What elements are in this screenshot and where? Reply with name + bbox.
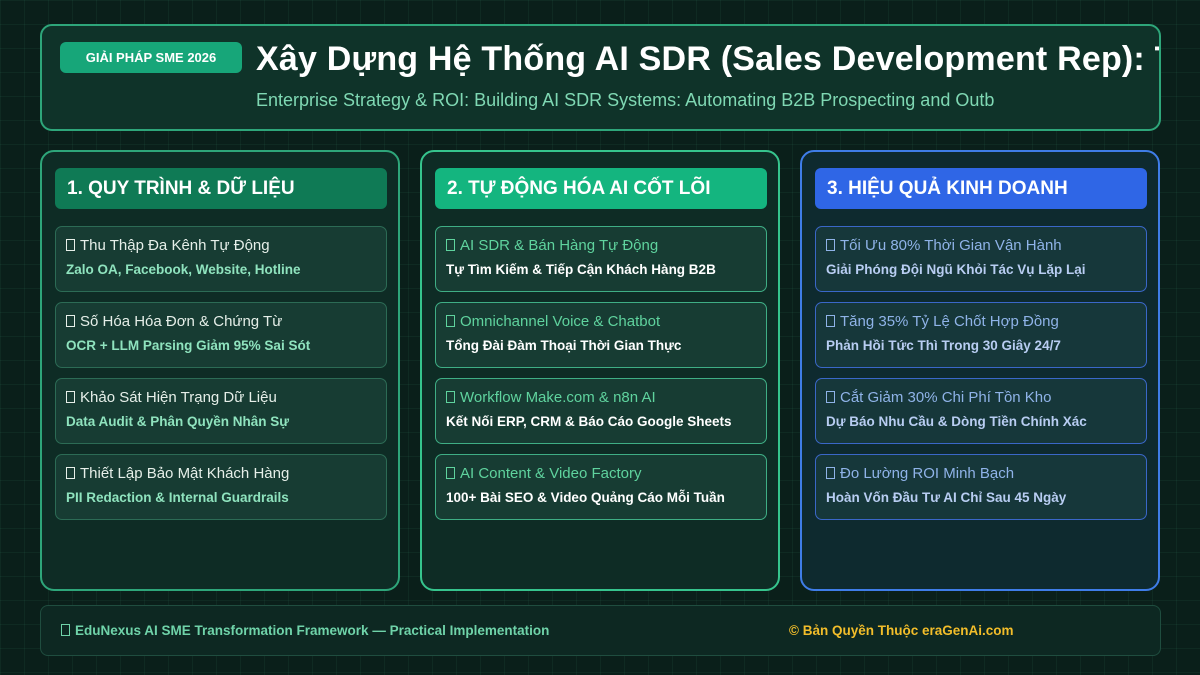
missing-glyph-icon — [826, 315, 835, 327]
feature-card: Cắt Giảm 30% Chi Phí Tồn Kho Dự Báo Nhu … — [815, 378, 1147, 444]
feature-card: Thu Thập Đa Kênh Tự Động Zalo OA, Facebo… — [55, 226, 387, 292]
card-title: Omnichannel Voice & Chatbot — [460, 313, 661, 330]
column-heading: 2. TỰ ĐỘNG HÓA AI CỐT LÕI — [435, 168, 767, 209]
card-title: Tăng 35% Tỷ Lệ Chốt Hợp Đồng — [840, 313, 1059, 330]
feature-card: Workflow Make.com & n8n AI Kết Nối ERP, … — [435, 378, 767, 444]
missing-glyph-icon — [446, 315, 455, 327]
missing-glyph-icon — [66, 467, 75, 479]
card-title: AI SDR & Bán Hàng Tự Động — [460, 237, 659, 254]
feature-card: AI Content & Video Factory 100+ Bài SEO … — [435, 454, 767, 520]
missing-glyph-icon — [61, 624, 70, 636]
missing-glyph-icon — [826, 467, 835, 479]
feature-card: Khảo Sát Hiện Trạng Dữ Liệu Data Audit &… — [55, 378, 387, 444]
card-title: Đo Lường ROI Minh Bạch — [840, 465, 1015, 482]
page-title: Xây Dựng Hệ Thống AI SDR (Sales Developm… — [256, 40, 1161, 78]
card-title: Thiết Lập Bảo Mật Khách Hàng — [80, 465, 290, 482]
card-description: OCR + LLM Parsing Giảm 95% Sai Sót — [66, 338, 311, 353]
card-description: Zalo OA, Facebook, Website, Hotline — [66, 262, 301, 277]
header-banner: GIẢI PHÁP SME 2026 Xây Dựng Hệ Thống AI … — [40, 24, 1161, 131]
missing-glyph-icon — [66, 391, 75, 403]
feature-card: Tăng 35% Tỷ Lệ Chốt Hợp Đồng Phản Hồi Tứ… — [815, 302, 1147, 368]
feature-card: Số Hóa Hóa Đơn & Chứng Từ OCR + LLM Pars… — [55, 302, 387, 368]
card-title: Cắt Giảm 30% Chi Phí Tồn Kho — [840, 389, 1052, 406]
footer-bar: EduNexus AI SME Transformation Framework… — [40, 605, 1161, 656]
card-description: 100+ Bài SEO & Video Quảng Cáo Mỗi Tuần — [446, 490, 725, 505]
card-title: Số Hóa Hóa Đơn & Chứng Từ — [80, 313, 283, 330]
feature-card: Thiết Lập Bảo Mật Khách Hàng PII Redacti… — [55, 454, 387, 520]
card-title: AI Content & Video Factory — [460, 465, 642, 482]
column-core-ai-automation: 2. TỰ ĐỘNG HÓA AI CỐT LÕI AI SDR & Bán H… — [420, 150, 780, 591]
missing-glyph-icon — [826, 391, 835, 403]
missing-glyph-icon — [446, 467, 455, 479]
missing-glyph-icon — [446, 239, 455, 251]
feature-card: Omnichannel Voice & Chatbot Tổng Đài Đàm… — [435, 302, 767, 368]
framework-label: EduNexus AI SME Transformation Framework… — [75, 623, 550, 638]
missing-glyph-icon — [66, 315, 75, 327]
column-process-data: 1. QUY TRÌNH & DỮ LIỆU Thu Thập Đa Kênh … — [40, 150, 400, 591]
copyright-notice: © Bản Quyền Thuộc eraGenAi.com — [789, 623, 1014, 638]
card-description: Dự Báo Nhu Cầu & Dòng Tiền Chính Xác — [826, 414, 1087, 429]
page-subtitle: Enterprise Strategy & ROI: Building AI S… — [256, 90, 995, 110]
card-description: Tổng Đài Đàm Thoại Thời Gian Thực — [446, 338, 682, 353]
card-description: Data Audit & Phân Quyền Nhân Sự — [66, 414, 290, 429]
feature-card: AI SDR & Bán Hàng Tự Động Tự Tìm Kiếm & … — [435, 226, 767, 292]
card-description: Phản Hồi Tức Thì Trong 30 Giây 24/7 — [826, 338, 1061, 353]
missing-glyph-icon — [66, 239, 75, 251]
card-description: Kết Nối ERP, CRM & Báo Cáo Google Sheets — [446, 414, 732, 429]
feature-card: Tối Ưu 80% Thời Gian Vận Hành Giải Phóng… — [815, 226, 1147, 292]
card-title: Tối Ưu 80% Thời Gian Vận Hành — [840, 237, 1062, 254]
card-title: Khảo Sát Hiện Trạng Dữ Liệu — [80, 389, 277, 406]
feature-card: Đo Lường ROI Minh Bạch Hoàn Vốn Đầu Tư A… — [815, 454, 1147, 520]
column-business-results: 3. HIỆU QUẢ KINH DOANH Tối Ưu 80% Thời G… — [800, 150, 1160, 591]
column-heading: 1. QUY TRÌNH & DỮ LIỆU — [55, 168, 387, 209]
missing-glyph-icon — [446, 391, 455, 403]
card-description: Giải Phóng Đội Ngũ Khỏi Tác Vụ Lặp Lại — [826, 262, 1086, 277]
column-heading: 3. HIỆU QUẢ KINH DOANH — [815, 168, 1147, 209]
card-description: PII Redaction & Internal Guardrails — [66, 490, 289, 505]
card-title: Workflow Make.com & n8n AI — [460, 389, 656, 406]
card-title: Thu Thập Đa Kênh Tự Động — [80, 237, 270, 254]
card-description: Hoàn Vốn Đầu Tư AI Chỉ Sau 45 Ngày — [826, 490, 1067, 505]
card-description: Tự Tìm Kiếm & Tiếp Cận Khách Hàng B2B — [446, 262, 716, 277]
missing-glyph-icon — [826, 239, 835, 251]
solution-badge: GIẢI PHÁP SME 2026 — [60, 42, 242, 73]
